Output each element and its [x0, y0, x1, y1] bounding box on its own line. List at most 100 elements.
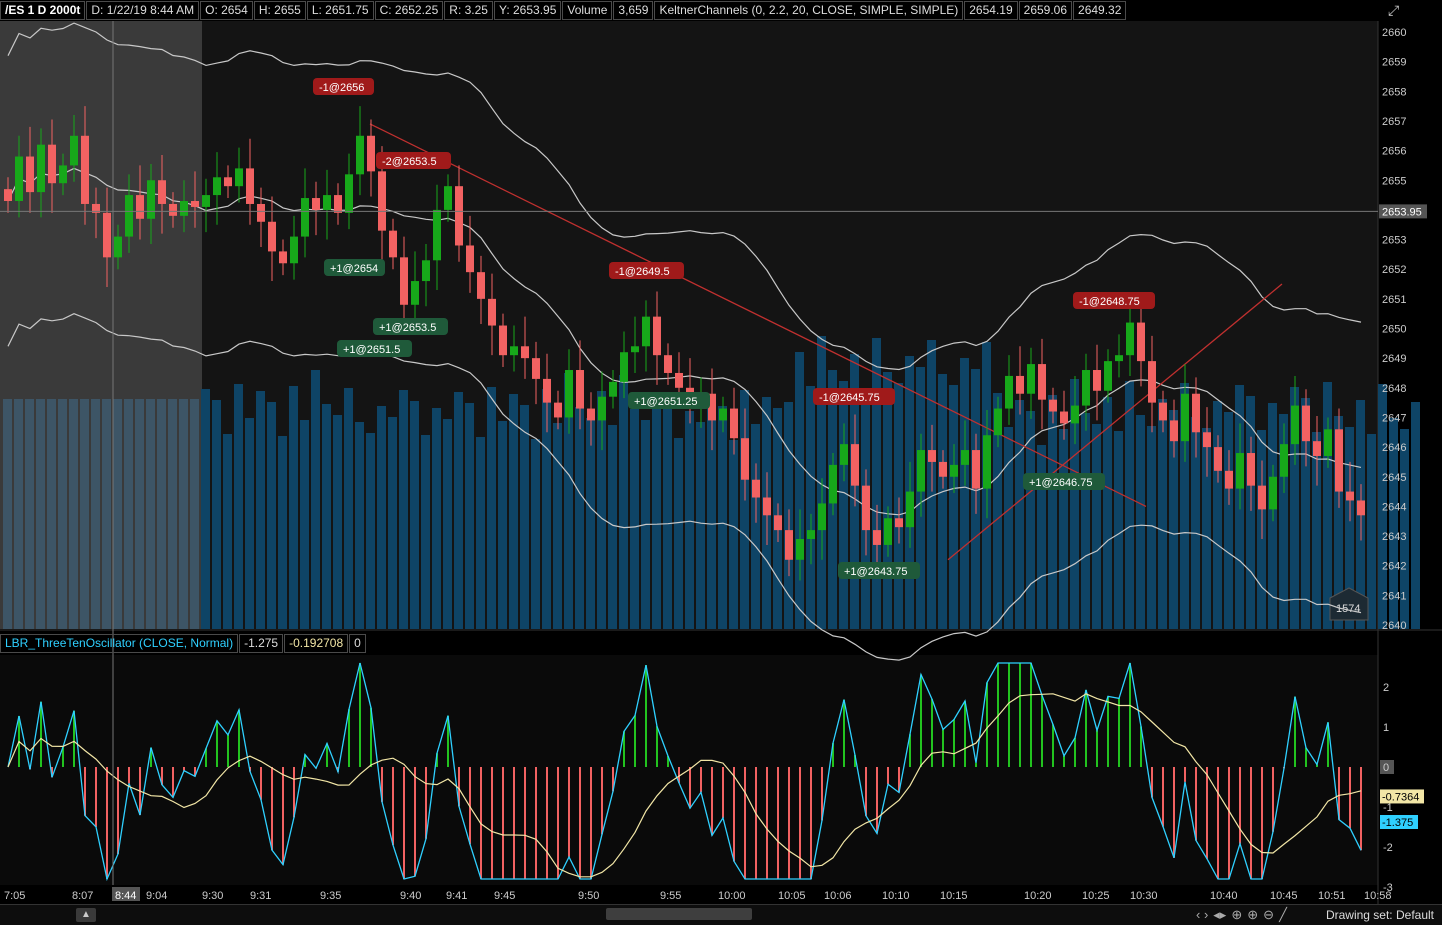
candle-body	[719, 408, 727, 421]
candle-body	[1104, 361, 1112, 391]
price-tick: 2645	[1382, 472, 1406, 484]
crosshair-icon[interactable]: ⊕	[1231, 907, 1242, 923]
candle-body	[235, 168, 243, 187]
price-tick: 2649	[1382, 353, 1406, 365]
candle-body	[477, 272, 485, 299]
drawing-set-label[interactable]: Drawing set: Default	[1326, 908, 1434, 922]
oscillator-title[interactable]: LBR_ThreeTenOscillator (CLOSE, Normal)	[0, 633, 239, 653]
candle-body	[1203, 432, 1211, 448]
candle-body	[994, 408, 1002, 436]
volume-bar	[432, 408, 441, 629]
candle-body	[169, 203, 177, 216]
volume-bar	[267, 402, 276, 629]
expand-icon[interactable]: ▲	[76, 908, 96, 922]
candle-body	[983, 435, 991, 489]
signal-badge-text: -0.7364	[1382, 791, 1419, 803]
scrollbar-thumb[interactable]	[606, 908, 752, 920]
candle-body	[675, 372, 683, 388]
trade-label-text: +1@2643.75	[844, 566, 907, 578]
volume-bar	[509, 394, 518, 629]
time-tick: 10:15	[940, 890, 968, 902]
candle-body	[1137, 322, 1145, 362]
trade-label-text: +1@2646.75	[1029, 477, 1092, 489]
candle-body	[1357, 500, 1365, 516]
volume-bar	[278, 436, 287, 629]
zoom-in-icon[interactable]: ⊕	[1247, 907, 1258, 923]
oscillator-signal-value: -0.192708	[284, 633, 349, 653]
price-tick: 2646	[1382, 442, 1406, 454]
zoom-arrows-icon[interactable]: ◂▸	[1213, 907, 1226, 923]
candle-body	[510, 346, 518, 356]
candle-body	[543, 378, 551, 403]
volume-bar	[168, 399, 177, 629]
candle-body	[1060, 411, 1068, 424]
osc-badge-text: -1.375	[1382, 817, 1413, 829]
time-tick: 9:45	[494, 890, 515, 902]
crosshair-time-text: 8:44	[115, 890, 136, 902]
scroll-arrows-icon[interactable]: ‹ ›	[1196, 907, 1208, 923]
candle-body	[1335, 429, 1343, 492]
volume-bar	[410, 401, 419, 629]
osc-tick: -2	[1383, 842, 1393, 854]
candle-body	[554, 402, 562, 418]
volume-bar	[586, 418, 595, 629]
volume-bar	[1224, 412, 1233, 629]
time-tick: 9:30	[202, 890, 223, 902]
volume-bar	[553, 423, 562, 629]
zoom-out-icon[interactable]: ⊖	[1263, 907, 1274, 923]
price-tick: 2647	[1382, 412, 1406, 424]
time-tick: 10:30	[1130, 890, 1158, 902]
candle-body	[367, 135, 375, 172]
last-price-text: 2653.95	[1382, 206, 1422, 218]
volume-bar	[223, 434, 232, 629]
volume-bar	[355, 422, 364, 629]
candle-body	[59, 165, 67, 184]
bottom-toolbar: ▲ ‹ › ◂▸ ⊕ ⊕ ⊖ ╱ Drawing set: Default	[0, 904, 1442, 925]
candle-body	[1071, 405, 1079, 424]
volume-bar	[333, 415, 342, 629]
volume-bar	[344, 388, 353, 629]
price-tick: 2658	[1382, 86, 1406, 98]
volume-bar	[454, 392, 463, 629]
time-tick: 8:07	[72, 890, 93, 902]
candle-body	[741, 438, 749, 480]
candle-body	[136, 195, 144, 219]
trade-label-text: -1@2656	[319, 82, 364, 94]
candle-body	[950, 464, 958, 477]
candle-body	[884, 518, 892, 545]
chart-canvas[interactable]: 1574 -1@2656 -2@2653.5 +1@2654 +1@2653.5 +1@…	[0, 0, 1442, 904]
time-tick: 10:45	[1270, 890, 1298, 902]
volume-bar	[1059, 429, 1068, 629]
candle-body	[752, 479, 760, 498]
candle-body	[103, 212, 111, 258]
osc-tick: -1	[1383, 802, 1393, 814]
price-tick: 2657	[1382, 116, 1406, 128]
volume-bar	[883, 372, 892, 629]
volume-bar	[399, 390, 408, 629]
candle-body	[1291, 405, 1299, 445]
candle-body	[213, 177, 221, 196]
volume-bar	[960, 358, 969, 629]
candle-body	[565, 370, 573, 418]
volume-bar	[102, 399, 111, 629]
candle-body	[840, 444, 848, 465]
volume-bar	[619, 375, 628, 629]
volume-bar	[1092, 424, 1101, 629]
volume-bar	[839, 381, 848, 629]
drawing-pen-icon[interactable]: ╱	[1279, 907, 1287, 923]
candle-body	[422, 260, 430, 282]
volume-bar	[388, 417, 397, 629]
volume-bar	[1158, 399, 1167, 629]
candle-body	[1170, 420, 1178, 442]
time-tick: 10:06	[824, 890, 852, 902]
candle-body	[246, 168, 254, 204]
candle-body	[1049, 399, 1057, 412]
candle-body	[796, 539, 804, 560]
candle-body	[609, 381, 617, 397]
candle-body	[642, 316, 650, 347]
candle-body	[378, 171, 386, 231]
candle-body	[917, 450, 925, 492]
price-tick: 2651	[1382, 294, 1406, 306]
candle-body	[895, 518, 903, 528]
volume-bar	[1213, 401, 1222, 629]
